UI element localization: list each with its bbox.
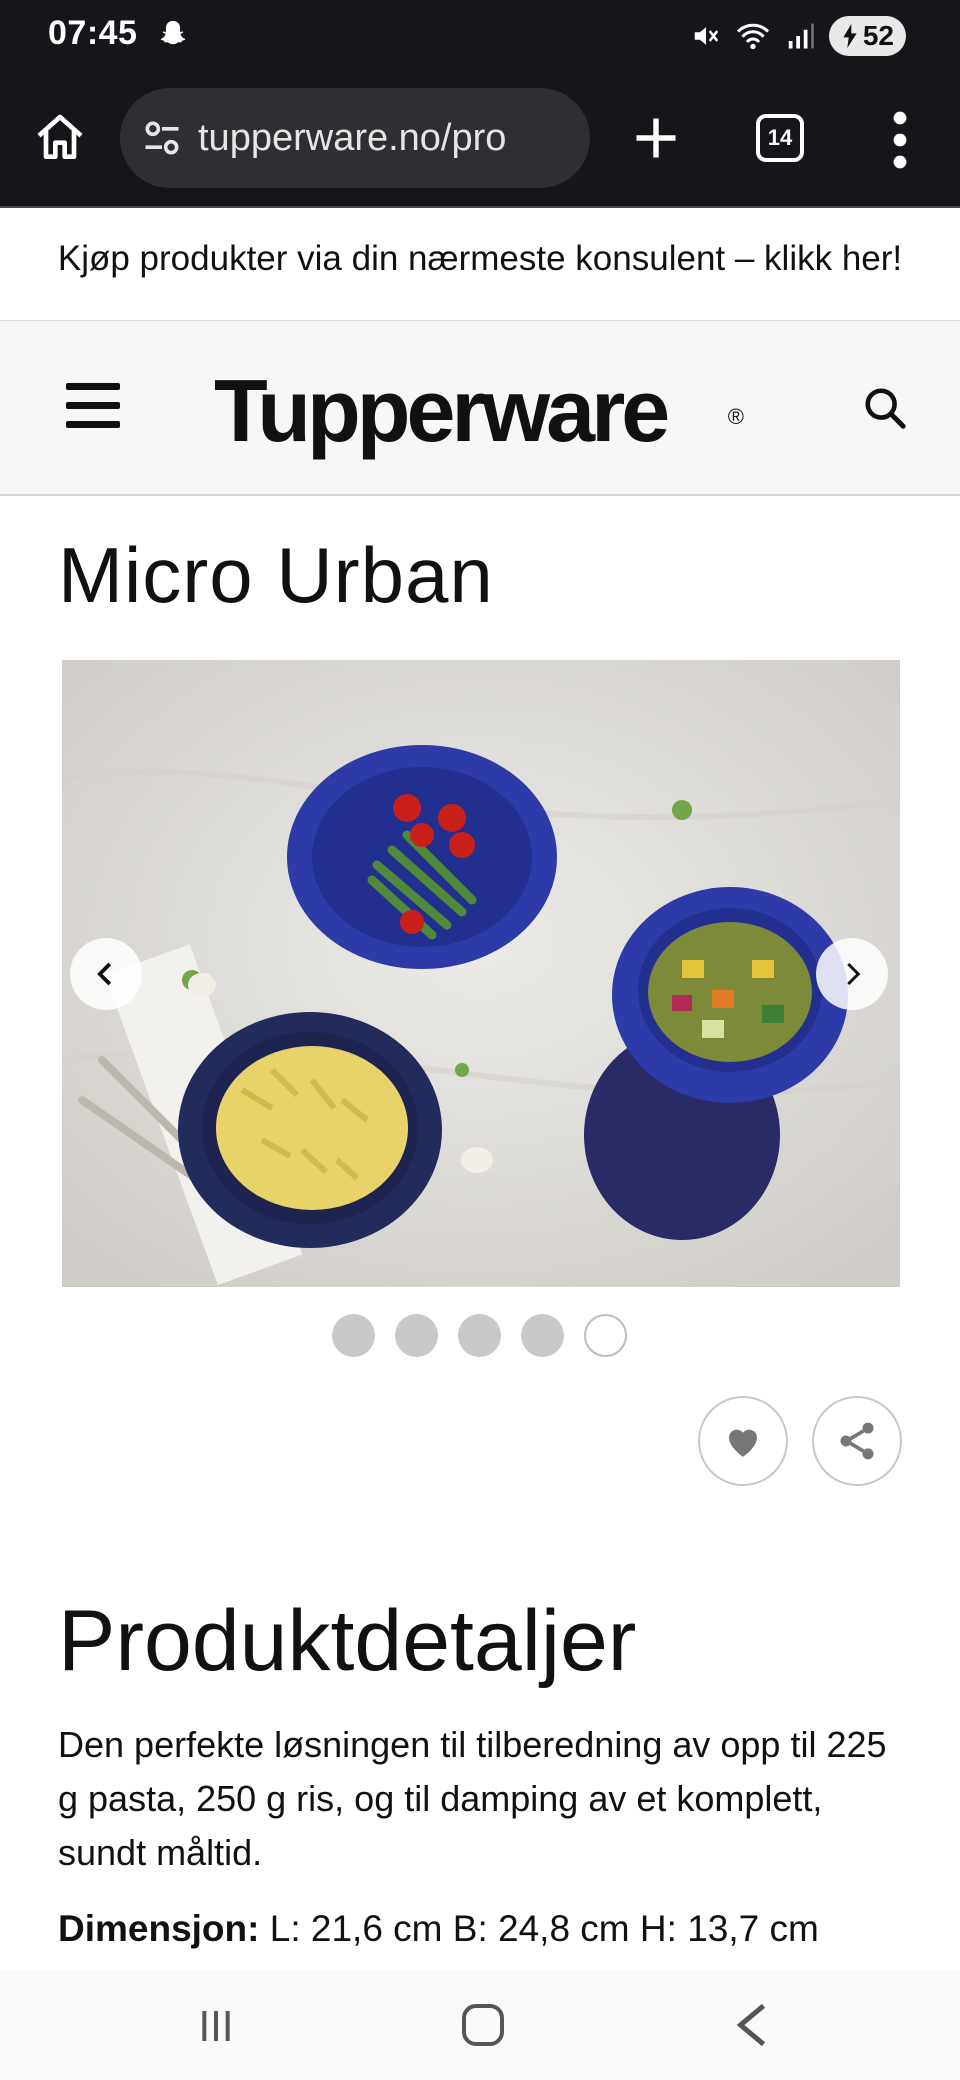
status-bar: 07:45 52 (0, 0, 960, 76)
system-navigation-bar (0, 1970, 960, 2080)
carousel-dot-active[interactable] (584, 1314, 627, 1357)
share-button[interactable] (812, 1396, 902, 1486)
product-title: Micro Urban (58, 531, 494, 619)
logo-registered-mark: ® (727, 404, 744, 429)
more-options-icon[interactable] (880, 110, 920, 170)
status-icons: 52 (691, 14, 906, 58)
home-button-icon[interactable] (462, 2004, 504, 2046)
tab-count: 14 (767, 125, 793, 150)
dimension-value: L: 21,6 cm B: 24,8 cm H: 13,7 cm (259, 1908, 819, 1949)
chevron-right-icon (847, 962, 861, 986)
site-settings-icon[interactable] (140, 116, 184, 160)
wifi-icon (736, 23, 769, 50)
mute-icon (694, 27, 719, 45)
carousel-pagination (332, 1314, 627, 1357)
chevron-left-icon (97, 962, 112, 986)
battery-indicator: 52 (828, 16, 906, 56)
back-icon[interactable] (734, 2002, 770, 2048)
favorite-button[interactable] (698, 1396, 788, 1486)
details-description: Den perfekte løsningen til tilberedning … (58, 1724, 887, 1873)
carousel-dot[interactable] (521, 1314, 564, 1357)
tab-switcher-button[interactable]: 14 (756, 114, 804, 162)
promo-banner[interactable]: Kjøp produkter via din nærmeste konsulen… (0, 208, 960, 320)
carousel-dot[interactable] (332, 1314, 375, 1357)
promo-text: Kjøp produkter via din nærmeste konsulen… (57, 239, 903, 278)
signal-icon (788, 23, 814, 49)
browser-toolbar: tupperware.no/pro 14 (0, 76, 960, 208)
address-bar[interactable]: tupperware.no/pro (120, 88, 590, 188)
url-text: tupperware.no/pro (198, 116, 507, 159)
details-heading: Produktdetaljer (58, 1593, 637, 1689)
share-icon (840, 1422, 874, 1460)
carousel-next-button[interactable] (816, 938, 888, 1010)
carousel-prev-button[interactable] (70, 938, 142, 1010)
home-icon[interactable] (32, 110, 88, 166)
charging-icon (843, 24, 857, 48)
product-photo (62, 660, 900, 1287)
heart-icon (729, 1429, 757, 1457)
product-image-carousel[interactable] (62, 660, 900, 1287)
dimension-row: Dimensjon: L: 21,6 cm B: 24,8 cm H: 13,7… (58, 1908, 819, 1950)
snapchat-icon (160, 20, 186, 45)
dimension-label: Dimensjon: (58, 1908, 260, 1949)
tupperware-logo[interactable]: Tupperware ® (214, 361, 754, 461)
carousel-dot[interactable] (458, 1314, 501, 1357)
carousel-dot[interactable] (395, 1314, 438, 1357)
recent-apps-icon[interactable] (196, 2006, 236, 2046)
search-icon[interactable] (862, 385, 908, 431)
new-tab-icon[interactable] (630, 112, 682, 164)
site-header: Tupperware ® (0, 320, 960, 496)
status-time: 07:45 (48, 14, 138, 52)
logo-text: Tupperware (214, 361, 670, 460)
menu-icon[interactable] (66, 383, 120, 429)
battery-level: 52 (862, 20, 894, 51)
